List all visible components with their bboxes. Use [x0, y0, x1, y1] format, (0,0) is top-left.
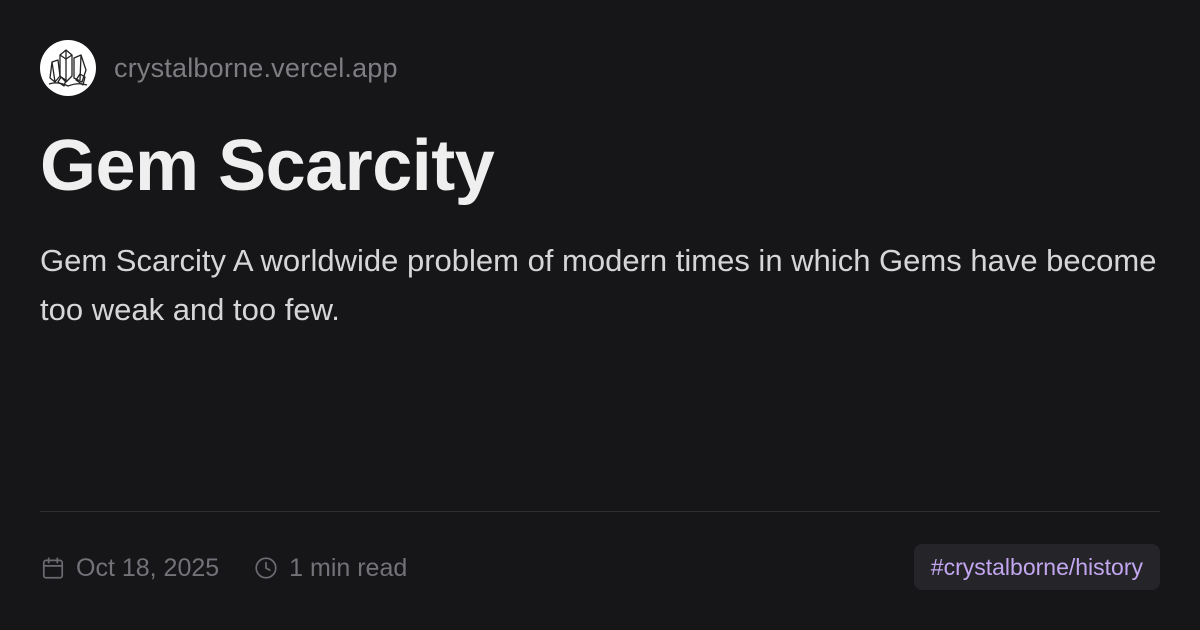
post-meta: Oct 18, 2025 1 min read — [40, 544, 407, 592]
og-card: crystalborne.vercel.app Gem Scarcity Gem… — [0, 0, 1200, 630]
calendar-icon — [40, 555, 66, 581]
post-read-time: 1 min read — [253, 554, 407, 583]
site-header[interactable]: crystalborne.vercel.app — [40, 40, 398, 96]
post-title: Gem Scarcity — [40, 126, 495, 206]
post-date: Oct 18, 2025 — [40, 554, 219, 583]
site-domain: crystalborne.vercel.app — [114, 52, 398, 83]
crystal-cluster-icon — [48, 49, 88, 87]
divider — [40, 511, 1160, 512]
clock-icon — [253, 555, 279, 581]
post-description: Gem Scarcity A worldwide problem of mode… — [40, 243, 1157, 327]
site-logo — [40, 40, 96, 96]
post-date-text: Oct 18, 2025 — [76, 553, 220, 582]
post-read-time-text: 1 min read — [289, 553, 408, 582]
tag-badge[interactable]: #crystalborne/history — [913, 544, 1160, 590]
